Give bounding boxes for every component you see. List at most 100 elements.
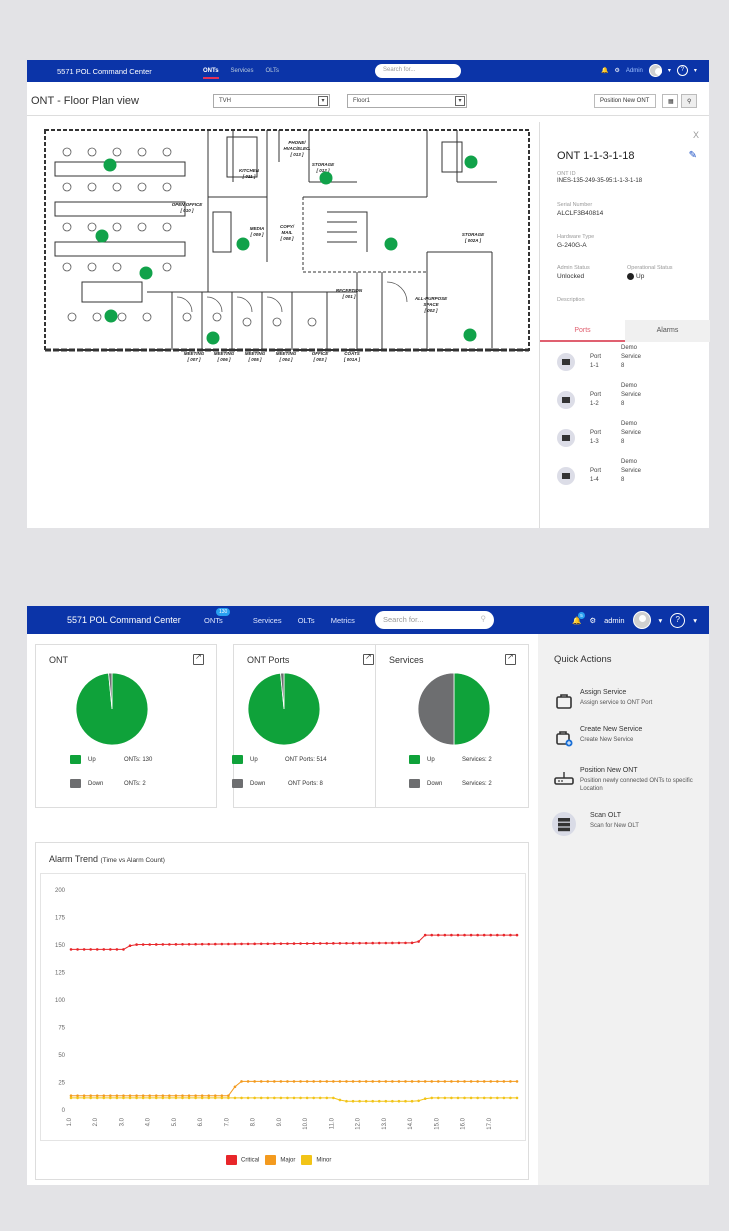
floor-select[interactable]: Floor1 ▾ bbox=[347, 94, 467, 108]
data-point-critical[interactable] bbox=[82, 948, 86, 951]
data-point-critical[interactable] bbox=[69, 948, 73, 951]
data-point-major[interactable] bbox=[240, 1080, 243, 1083]
ont-marker[interactable] bbox=[103, 158, 117, 172]
nav-onts[interactable]: ONTs 130 bbox=[204, 608, 237, 625]
data-point-minor[interactable] bbox=[273, 1096, 276, 1100]
data-point-major[interactable] bbox=[318, 1080, 322, 1083]
grid-view-icon[interactable]: ▦ bbox=[662, 94, 678, 108]
data-point-critical[interactable] bbox=[141, 943, 145, 946]
data-point-critical[interactable] bbox=[240, 942, 243, 946]
data-point-minor[interactable] bbox=[430, 1096, 434, 1100]
data-point-minor[interactable] bbox=[404, 1099, 407, 1103]
data-point-major[interactable] bbox=[266, 1080, 270, 1083]
data-point-critical[interactable] bbox=[410, 941, 414, 945]
data-point-major[interactable] bbox=[338, 1080, 342, 1083]
data-point-critical[interactable] bbox=[358, 941, 361, 945]
data-point-critical[interactable] bbox=[135, 943, 138, 946]
floor-plan-map[interactable]: OPEN OFFICE [ 010 ] KITCHEN [ 011 ] PHON… bbox=[27, 122, 538, 362]
data-point-minor[interactable] bbox=[351, 1099, 355, 1103]
data-point-critical[interactable] bbox=[430, 933, 434, 937]
port-row[interactable]: Port 1-3 Demo Service 8 bbox=[557, 420, 707, 456]
data-point-minor[interactable] bbox=[292, 1096, 296, 1100]
chevron-down-icon[interactable]: ▾ bbox=[694, 67, 697, 74]
data-point-major[interactable] bbox=[332, 1080, 335, 1083]
data-point-major[interactable] bbox=[463, 1080, 466, 1083]
data-point-critical[interactable] bbox=[450, 933, 453, 937]
data-point-major[interactable] bbox=[391, 1080, 394, 1083]
data-point-minor[interactable] bbox=[253, 1096, 256, 1100]
gear-icon[interactable]: ⚙ bbox=[589, 616, 596, 625]
data-point-major[interactable] bbox=[496, 1080, 499, 1083]
building-select[interactable]: TVH ▾ bbox=[213, 94, 330, 108]
data-point-critical[interactable] bbox=[443, 933, 447, 937]
data-point-major[interactable] bbox=[371, 1080, 375, 1083]
data-point-minor[interactable] bbox=[476, 1096, 479, 1100]
ont-marker[interactable] bbox=[236, 237, 250, 251]
ont-marker[interactable] bbox=[139, 266, 153, 280]
position-new-ont-action[interactable]: Position New ONT Position newly connecte… bbox=[554, 767, 704, 801]
map-pin-icon[interactable]: ⚲ bbox=[681, 94, 697, 108]
data-point-major[interactable] bbox=[469, 1080, 473, 1083]
legend-minor[interactable]: Minor bbox=[301, 1155, 331, 1165]
data-point-minor[interactable] bbox=[95, 1096, 99, 1100]
gear-icon[interactable]: ⚙ bbox=[614, 67, 619, 74]
data-point-minor[interactable] bbox=[502, 1096, 506, 1100]
data-point-minor[interactable] bbox=[102, 1096, 106, 1100]
ont-marker[interactable] bbox=[384, 237, 398, 251]
data-point-minor[interactable] bbox=[377, 1099, 381, 1103]
data-point-critical[interactable] bbox=[122, 948, 125, 951]
data-point-minor[interactable] bbox=[299, 1096, 302, 1100]
port-row[interactable]: Port 1-1 Demo Service 8 bbox=[557, 344, 707, 380]
data-point-major[interactable] bbox=[364, 1080, 368, 1083]
position-new-ont-button[interactable]: Position New ONT bbox=[594, 94, 656, 108]
chevron-down-icon[interactable]: ▾ bbox=[668, 67, 671, 74]
data-point-minor[interactable] bbox=[259, 1096, 263, 1100]
data-point-critical[interactable] bbox=[200, 942, 204, 946]
ont-marker[interactable] bbox=[463, 328, 477, 342]
data-point-minor[interactable] bbox=[482, 1096, 486, 1100]
data-point-critical[interactable] bbox=[128, 944, 132, 948]
data-point-minor[interactable] bbox=[76, 1096, 79, 1100]
data-point-major[interactable] bbox=[345, 1080, 348, 1083]
data-point-major[interactable] bbox=[312, 1080, 315, 1083]
legend-critical[interactable]: Critical bbox=[226, 1155, 259, 1165]
data-point-major[interactable] bbox=[436, 1080, 440, 1083]
help-icon[interactable]: ? bbox=[676, 65, 688, 76]
data-point-minor[interactable] bbox=[410, 1099, 414, 1103]
data-point-minor[interactable] bbox=[82, 1096, 86, 1100]
data-point-minor[interactable] bbox=[325, 1096, 329, 1100]
data-point-critical[interactable] bbox=[233, 942, 237, 946]
data-point-critical[interactable] bbox=[312, 942, 315, 945]
data-point-minor[interactable] bbox=[371, 1099, 375, 1103]
data-point-major[interactable] bbox=[286, 1080, 289, 1083]
create-new-service-action[interactable]: Create New Service Create New Service bbox=[554, 726, 704, 760]
data-point-major[interactable] bbox=[325, 1080, 329, 1083]
data-point-major[interactable] bbox=[443, 1080, 447, 1083]
data-point-minor[interactable] bbox=[135, 1096, 138, 1100]
data-point-minor[interactable] bbox=[187, 1096, 191, 1100]
data-point-major[interactable] bbox=[509, 1080, 512, 1083]
data-point-minor[interactable] bbox=[358, 1099, 361, 1103]
data-point-major[interactable] bbox=[299, 1080, 302, 1083]
data-point-critical[interactable] bbox=[292, 942, 296, 945]
data-point-major[interactable] bbox=[430, 1080, 434, 1083]
data-point-minor[interactable] bbox=[496, 1096, 499, 1100]
data-point-major[interactable] bbox=[397, 1080, 401, 1083]
data-point-minor[interactable] bbox=[181, 1096, 184, 1100]
user-name[interactable]: Admin bbox=[626, 68, 643, 74]
data-point-minor[interactable] bbox=[279, 1096, 283, 1100]
data-point-critical[interactable] bbox=[266, 942, 270, 946]
data-point-minor[interactable] bbox=[417, 1099, 420, 1103]
data-point-critical[interactable] bbox=[220, 942, 224, 946]
data-point-critical[interactable] bbox=[371, 941, 375, 945]
nav-olts[interactable]: OLTs bbox=[265, 68, 279, 74]
data-point-minor[interactable] bbox=[456, 1096, 460, 1100]
data-point-major[interactable] bbox=[404, 1080, 407, 1083]
data-point-critical[interactable] bbox=[509, 933, 512, 937]
data-point-critical[interactable] bbox=[515, 933, 519, 937]
data-point-minor[interactable] bbox=[515, 1096, 519, 1100]
data-point-critical[interactable] bbox=[161, 943, 165, 946]
external-link-icon[interactable] bbox=[505, 652, 516, 665]
data-point-major[interactable] bbox=[489, 1080, 493, 1083]
data-point-critical[interactable] bbox=[227, 942, 230, 946]
